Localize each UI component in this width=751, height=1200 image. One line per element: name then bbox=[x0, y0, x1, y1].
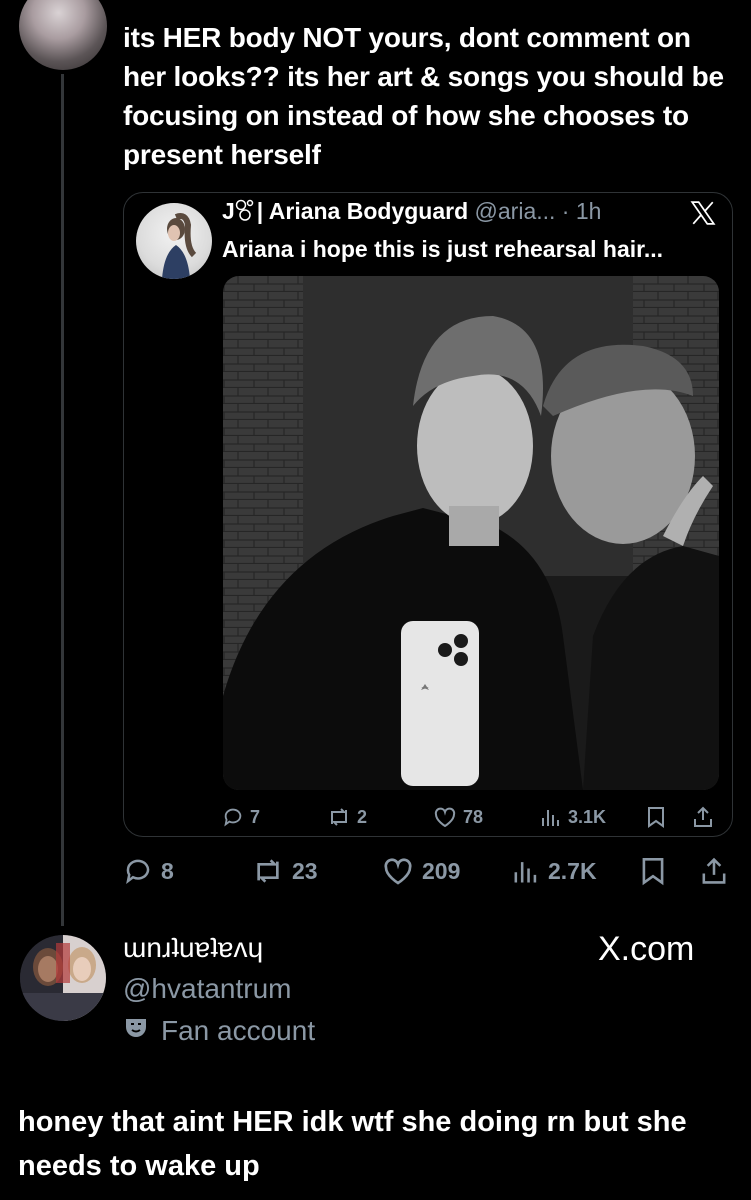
x-logo-icon bbox=[690, 200, 716, 231]
reply-icon bbox=[123, 856, 153, 886]
quoted-repost-button[interactable]: 2 bbox=[327, 806, 367, 828]
quoted-views-count: 3.1K bbox=[568, 806, 607, 827]
like-button[interactable]: 209 bbox=[382, 856, 460, 886]
quoted-avatar-figure bbox=[162, 213, 197, 279]
quoted-name-prefix[interactable]: J bbox=[222, 198, 235, 224]
tweet-text: its HER body NOT yours, dont comment on … bbox=[123, 22, 724, 170]
thread-line bbox=[61, 74, 64, 926]
reply-count: 8 bbox=[161, 857, 174, 884]
views-icon bbox=[540, 806, 562, 828]
x-com-watermark: X.com bbox=[598, 930, 695, 968]
share-icon bbox=[692, 806, 714, 828]
bookmark-button[interactable] bbox=[640, 856, 666, 886]
fan-account-text: Fan account bbox=[161, 1014, 316, 1046]
bookmark-icon bbox=[646, 806, 666, 828]
quoted-name[interactable]: | Ariana Bodyguard bbox=[257, 198, 468, 224]
quoted-share-button[interactable] bbox=[692, 806, 714, 828]
quoted-reply-count: 7 bbox=[250, 806, 261, 827]
quoted-repost-count: 2 bbox=[357, 806, 368, 827]
reply-display-name[interactable]: ɯnɹʇuɐʇɐʌɥ bbox=[123, 932, 263, 964]
quoted-time: · 1h bbox=[561, 198, 602, 224]
quoted-views-button[interactable]: 3.1K bbox=[540, 806, 606, 828]
reply-handle[interactable]: @hvatantrum bbox=[123, 973, 292, 1005]
quoted-text: Ariana i hope this is just rehearsal hai… bbox=[222, 236, 663, 262]
tweet-photo[interactable] bbox=[223, 276, 719, 790]
repost-icon bbox=[327, 806, 351, 828]
share-icon bbox=[700, 856, 728, 886]
quoted-like-button[interactable]: 78 bbox=[433, 806, 483, 828]
quoted-reply-button[interactable]: 7 bbox=[222, 806, 260, 828]
fan-account-label: Fan account bbox=[123, 1014, 315, 1047]
repost-icon bbox=[252, 856, 284, 886]
avatar[interactable] bbox=[19, 0, 107, 70]
sparkle-icon bbox=[235, 199, 257, 227]
share-button[interactable] bbox=[700, 856, 728, 886]
reply-text: honey that aint HER idk wtf she doing rn… bbox=[18, 1106, 687, 1182]
views-count: 2.7K bbox=[548, 857, 597, 884]
reply-button[interactable]: 8 bbox=[123, 856, 174, 886]
views-icon bbox=[512, 856, 540, 886]
quoted-avatar[interactable] bbox=[136, 203, 212, 279]
views-button[interactable]: 2.7K bbox=[512, 856, 597, 886]
repost-count: 23 bbox=[292, 857, 318, 884]
reply-icon bbox=[222, 806, 244, 828]
bookmark-icon bbox=[640, 856, 666, 886]
quoted-header: J | Ariana Bodyguard @aria... · 1h bbox=[222, 198, 662, 227]
like-icon bbox=[433, 806, 457, 828]
quoted-like-count: 78 bbox=[463, 806, 484, 827]
mask-icon bbox=[123, 1014, 151, 1047]
like-count: 209 bbox=[422, 857, 461, 884]
quoted-bookmark-button[interactable] bbox=[646, 806, 666, 828]
like-icon bbox=[382, 856, 414, 886]
repost-button[interactable]: 23 bbox=[252, 856, 318, 886]
reply-avatar[interactable] bbox=[20, 935, 106, 1021]
quoted-handle[interactable]: @aria... bbox=[475, 198, 556, 224]
